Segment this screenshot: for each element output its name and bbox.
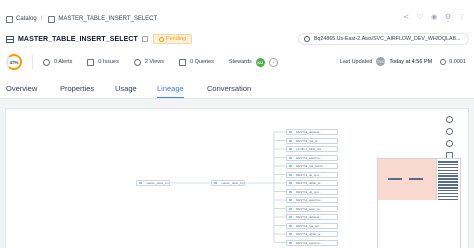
minimap-target-node xyxy=(438,166,458,169)
minimap-target-node xyxy=(438,175,458,177)
minimap-target-node xyxy=(438,187,458,189)
lineage-node-target[interactable]: RESTful_datawar... xyxy=(286,214,338,220)
lineage-node-target[interactable]: RESTful_dqlab_te... xyxy=(286,180,338,186)
minimap-target-node xyxy=(438,172,458,175)
issue-icon xyxy=(87,58,95,66)
fit-view-icon[interactable] xyxy=(446,140,453,147)
favorite-icon[interactable]: ♡ xyxy=(416,13,424,21)
more-icon[interactable]: ⋮ xyxy=(458,13,466,21)
alerts-stat[interactable]: 0 Alerts xyxy=(43,58,73,66)
queries-count: 0 Queries xyxy=(190,59,214,65)
lineage-node-source[interactable]: master_table_ins... xyxy=(136,180,170,186)
breadcrumb-current: MASTER_TABLE_INSERT_SELECT xyxy=(58,16,158,22)
header-actions: < ♡ ◉ ⚙ ⋮ xyxy=(402,13,466,21)
queries-stat[interactable]: 0 Queries xyxy=(179,58,214,66)
clock-icon xyxy=(158,36,164,42)
stewards-label: Stewards xyxy=(228,59,252,65)
lineage-node-target[interactable]: RESTful_warehou... xyxy=(286,239,338,246)
title-row: MASTER_TABLE_INSERT_SELECT Pending xyxy=(6,33,193,45)
table-icon xyxy=(48,15,56,23)
zoom-out-icon[interactable] xyxy=(446,128,453,135)
lineage-node-target[interactable]: RESTful_de_test... xyxy=(286,171,338,178)
tab-lineage[interactable]: Lineage xyxy=(157,84,184,98)
breadcrumb-catalog-link[interactable]: Catalog xyxy=(16,16,37,22)
tab-conversation[interactable]: Conversation xyxy=(207,84,251,98)
minimap-target-node xyxy=(438,178,458,180)
lineage-node-target[interactable]: RESTful_rpa_sel... xyxy=(286,222,338,229)
issues-count: 0 Issues xyxy=(98,59,119,65)
views-count: 2 Views xyxy=(144,59,164,65)
tab-bar: Overview Properties Usage Lineage Conver… xyxy=(0,82,474,99)
lineage-node-middle[interactable]: master_table_inse... xyxy=(211,180,245,186)
updater-avatar: SVC xyxy=(376,57,386,66)
lineage-node-target[interactable]: RESTful_ware_te... xyxy=(286,205,338,212)
minimap-target-node xyxy=(438,169,458,172)
minimap-target-node xyxy=(438,163,458,166)
status-label: Pending xyxy=(165,36,187,42)
tab-properties[interactable]: Properties xyxy=(60,84,94,98)
tab-usage[interactable]: Usage xyxy=(115,84,137,98)
quality-score: 47% xyxy=(9,59,19,65)
minimap-node xyxy=(409,178,423,180)
lineage-canvas[interactable]: master_table_ins... master_table_inse...… xyxy=(5,108,469,248)
copy-icon[interactable] xyxy=(141,36,148,42)
asset-path: Bq24865.Us-East-2.Aws/SVC_AIRFLOW_DEV_WH… xyxy=(314,36,461,42)
asset-header: Catalog / MASTER_TABLE_INSERT_SELECT < ♡… xyxy=(0,0,474,78)
cost-icon xyxy=(440,58,447,65)
settings-icon[interactable]: ⚙ xyxy=(444,13,452,21)
quality-score-ring: 47% xyxy=(6,54,22,70)
minimap-target-node xyxy=(438,195,458,198)
last-updated-value: Today at 4:56 PM xyxy=(389,58,433,65)
zoom-in-icon[interactable] xyxy=(446,116,453,123)
cost-value: 0.0001 xyxy=(449,58,466,65)
steward-avatar[interactable]: KU xyxy=(255,57,265,67)
lineage-minimap[interactable] xyxy=(377,158,461,248)
breadcrumb-separator: / xyxy=(40,16,43,22)
asset-path-chip[interactable]: Bq24865.Us-East-2.Aws/SVC_AIRFLOW_DEV_WH… xyxy=(298,33,469,45)
views-stat[interactable]: 2 Views xyxy=(133,58,164,66)
lineage-toolbar xyxy=(446,116,454,159)
lineage-node-target[interactable]: RESTful_dq_test... xyxy=(286,188,338,195)
minimap-target-node xyxy=(438,181,458,183)
tab-overview[interactable]: Overview xyxy=(6,84,37,98)
lineage-node-target[interactable]: RESTful_rpa_te... xyxy=(286,137,338,144)
bell-icon xyxy=(43,58,50,66)
lineage-node-target[interactable]: RESTful_dqlab_w... xyxy=(286,231,338,237)
lineage-area: master_table_ins... master_table_inse...… xyxy=(0,99,474,248)
minimap-target-node xyxy=(438,161,458,163)
minimap-target-node xyxy=(438,184,458,186)
page-title: MASTER_TABLE_INSERT_SELECT xyxy=(18,35,138,43)
minimap-target-node xyxy=(438,192,458,195)
lineage-node-target[interactable]: RESTful_datawar... xyxy=(286,129,338,135)
table-icon xyxy=(6,35,14,43)
lineage-node-target[interactable]: RESTful_warehou... xyxy=(286,154,338,161)
last-updated: Last Updated SVC Today at 4:56 PM 0.0001 xyxy=(340,57,466,66)
stewards: Stewards KU + xyxy=(228,57,278,67)
minimap-target-node xyxy=(438,189,458,192)
issues-stat[interactable]: 0 Issues xyxy=(87,58,119,66)
catalog-icon xyxy=(6,15,13,23)
query-icon xyxy=(179,58,186,66)
divider xyxy=(32,55,33,69)
status-badge: Pending xyxy=(152,34,193,44)
connection-icon xyxy=(304,36,310,42)
minimap-target-node xyxy=(438,198,458,201)
add-steward-icon[interactable]: + xyxy=(268,57,278,67)
breadcrumb: Catalog / MASTER_TABLE_INSERT_SELECT xyxy=(6,13,157,25)
lineage-node-target[interactable]: RESTful_warehou... xyxy=(286,197,338,203)
eye-icon xyxy=(133,58,141,66)
minimap-viewport[interactable] xyxy=(378,159,437,200)
minimap-targets xyxy=(438,161,458,201)
lineage-node-target[interactable]: RESTful_rpa_wareh... xyxy=(286,163,338,169)
last-updated-label: Last Updated xyxy=(339,58,373,65)
alerts-count: 0 Alerts xyxy=(54,59,73,65)
minimap-node xyxy=(388,178,402,180)
stats-bar: 47% 0 Alerts 0 Issues 2 Views 0 Queries … xyxy=(6,53,468,71)
lineage-node-target[interactable]: sandbx1_table_tes... xyxy=(286,146,338,152)
watch-icon[interactable]: ◉ xyxy=(430,13,438,21)
share-icon[interactable]: < xyxy=(402,13,410,21)
